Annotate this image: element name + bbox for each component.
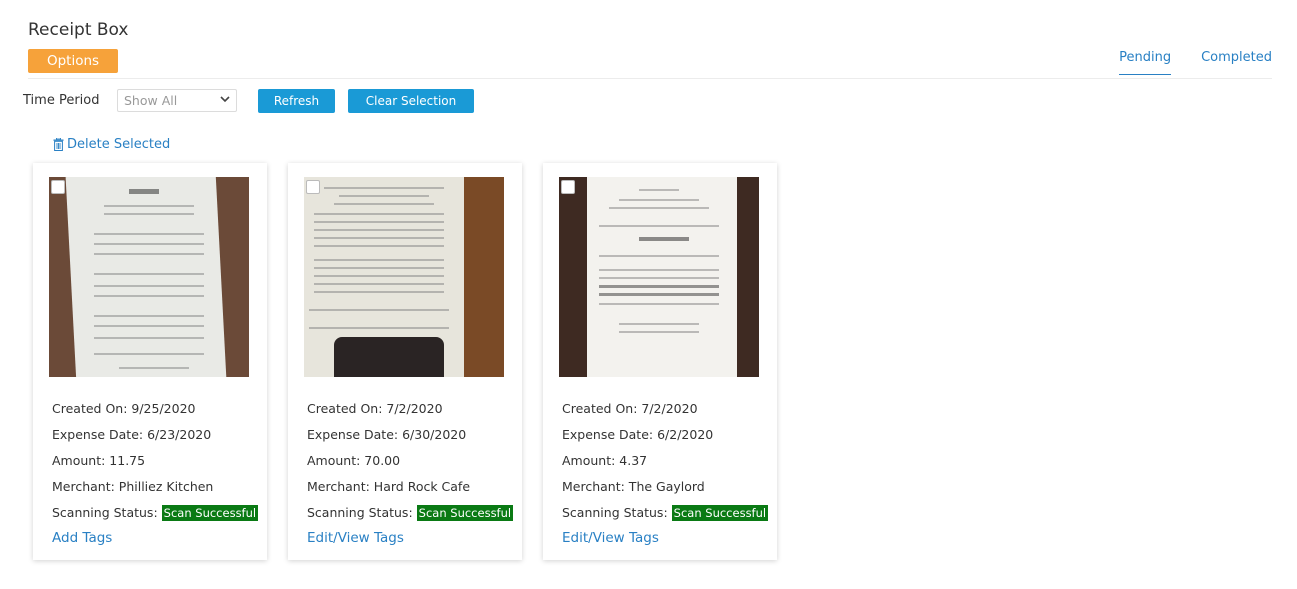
- amount: Amount: 70.00: [307, 453, 401, 468]
- expense-date: Expense Date: 6/2/2020: [562, 427, 714, 442]
- receipt-card: Created On: 9/25/2020 Expense Date: 6/23…: [33, 163, 267, 560]
- receipt-card: Created On: 7/2/2020 Expense Date: 6/2/2…: [543, 163, 777, 560]
- merchant: Merchant: Philliez Kitchen: [52, 479, 214, 494]
- time-period-label: Time Period: [23, 93, 100, 108]
- expense-date: Expense Date: 6/23/2020: [52, 427, 212, 442]
- scanning-status: Scanning Status: Scan Successful: [562, 505, 769, 521]
- refresh-button[interactable]: Refresh: [258, 89, 335, 113]
- clear-selection-button[interactable]: Clear Selection: [348, 89, 474, 113]
- receipt-card: Created On: 7/2/2020 Expense Date: 6/30/…: [288, 163, 522, 560]
- scanning-status: Scanning Status: Scan Successful: [307, 505, 514, 521]
- created-on: Created On: 7/2/2020: [562, 401, 698, 416]
- receipt-image[interactable]: [49, 177, 249, 377]
- status-badge: Scan Successful: [416, 505, 514, 521]
- trash-icon: [53, 138, 64, 151]
- receipt-image[interactable]: [559, 177, 759, 377]
- add-tags-link[interactable]: Add Tags: [52, 530, 112, 546]
- tab-completed[interactable]: Completed: [1201, 50, 1272, 75]
- delete-selected-link[interactable]: Delete Selected: [53, 137, 170, 152]
- scanning-status-label: Scanning Status:: [562, 505, 668, 520]
- merchant: Merchant: The Gaylord: [562, 479, 705, 494]
- chevron-down-icon: [220, 95, 230, 106]
- created-on: Created On: 7/2/2020: [307, 401, 443, 416]
- select-checkbox[interactable]: [561, 180, 575, 194]
- select-checkbox[interactable]: [306, 180, 320, 194]
- options-button[interactable]: Options: [28, 49, 118, 73]
- header-divider: [28, 78, 1272, 79]
- scanning-status-label: Scanning Status:: [52, 505, 158, 520]
- created-on: Created On: 9/25/2020: [52, 401, 196, 416]
- edit-view-tags-link[interactable]: Edit/View Tags: [307, 530, 404, 546]
- page-title: Receipt Box: [28, 20, 129, 40]
- scanning-status-label: Scanning Status:: [307, 505, 413, 520]
- expense-date: Expense Date: 6/30/2020: [307, 427, 467, 442]
- edit-view-tags-link[interactable]: Edit/View Tags: [562, 530, 659, 546]
- time-period-value: Show All: [124, 93, 178, 108]
- status-badge: Scan Successful: [161, 505, 259, 521]
- select-checkbox[interactable]: [51, 180, 65, 194]
- time-period-select[interactable]: Show All: [117, 89, 237, 112]
- status-tabs: Pending Completed: [1119, 50, 1272, 75]
- tab-pending[interactable]: Pending: [1119, 50, 1172, 75]
- merchant: Merchant: Hard Rock Cafe: [307, 479, 471, 494]
- delete-selected-label: Delete Selected: [67, 137, 171, 152]
- amount: Amount: 11.75: [52, 453, 146, 468]
- scanning-status: Scanning Status: Scan Successful: [52, 505, 259, 521]
- status-badge: Scan Successful: [671, 505, 769, 521]
- receipt-image[interactable]: [304, 177, 504, 377]
- amount: Amount: 4.37: [562, 453, 648, 468]
